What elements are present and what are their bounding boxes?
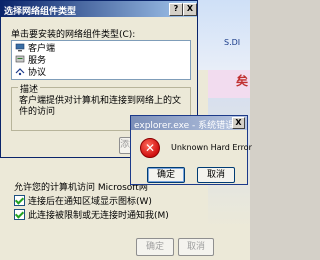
notify-limited-option[interactable]: 此连接被限制或无连接时通知我(M) [14, 208, 169, 221]
help-button[interactable]: ? [169, 3, 183, 16]
notify-limited-label: 此连接被限制或无连接时通知我(M) [28, 211, 169, 221]
notify-limited-checkbox[interactable] [14, 209, 25, 220]
error-ok-button[interactable]: 确定 [147, 167, 185, 183]
error-message: Unknown Hard Error [171, 143, 252, 152]
dialog-title: 选择网络组件类型 [4, 7, 77, 17]
component-prompt: 单击要安装的网络组件类型(C): [11, 30, 136, 40]
list-item-client[interactable]: 客户端 [12, 41, 190, 54]
protocol-icon [15, 67, 25, 75]
properties-cancel-button[interactable]: 取消 [178, 238, 214, 256]
client-icon [15, 43, 25, 51]
background-banner-text: 矣 [236, 74, 249, 88]
service-icon [15, 55, 25, 62]
properties-ok-button[interactable]: 确定 [136, 238, 174, 256]
error-title: explorer.exe - 系统错误 [134, 121, 235, 131]
list-item-service[interactable]: 服务 [12, 53, 190, 66]
component-listbox[interactable]: 客户端 服务 协议 [11, 40, 191, 80]
list-item-protocol[interactable]: 协议 [12, 65, 190, 78]
close-button[interactable]: X [183, 3, 197, 16]
error-icon: ✕ [140, 138, 160, 158]
background-browser-area [195, 0, 250, 70]
allow-access-text: 允许您的计算机访问 Microsoft网 [14, 183, 148, 193]
show-tray-icon-option[interactable]: 连接后在通知区域显示图标(W) [14, 194, 152, 207]
show-tray-icon-label: 连接后在通知区域显示图标(W) [28, 197, 152, 207]
error-cancel-button[interactable]: 取消 [197, 167, 235, 183]
error-title-bar: explorer.exe - 系统错误 X [131, 116, 247, 131]
background-browser-text: S.DI [224, 38, 241, 47]
error-dialog: explorer.exe - 系统错误 X ✕ Unknown Hard Err… [130, 115, 252, 185]
description-label: 描述 [18, 82, 41, 95]
list-item-label: 协议 [28, 67, 47, 78]
dialog-title-bar: 选择网络组件类型 ? X [1, 1, 197, 17]
show-tray-icon-checkbox[interactable] [14, 195, 25, 206]
error-close-button[interactable]: X [232, 117, 245, 129]
